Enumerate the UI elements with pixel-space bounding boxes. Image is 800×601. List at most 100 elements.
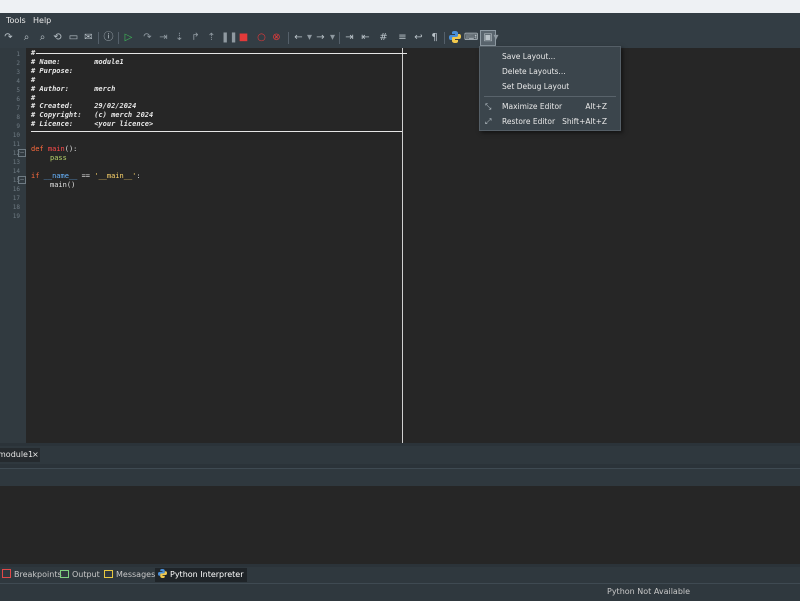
tab-label: Output [72,570,100,579]
document-tab-bar: module1 × [0,446,800,464]
unindent-icon[interactable]: ⇤ [359,31,372,44]
run-icon[interactable]: ▷ [122,31,135,44]
line-number: 8 [16,114,20,121]
step-out-icon[interactable]: ↱ [189,31,202,44]
close-icon[interactable]: × [32,448,39,462]
status-bar: Python Not Available [0,583,800,601]
messages-icon [104,570,113,578]
comment-icon[interactable]: # [377,31,390,44]
menu-item-maximize-editor[interactable]: ⤡ Maximize Editor Alt+Z [480,99,620,114]
chevron-down-icon[interactable]: ▾ [326,31,339,44]
toolbar-separator [288,32,289,44]
string-main: '__main__' [94,172,137,180]
tab-output[interactable]: Output [60,568,100,582]
clear-breakpoints-icon[interactable]: ⊗ [270,31,283,44]
code-comment: # Created: 29/02/2024 [31,102,137,110]
interpreter-console[interactable] [0,486,800,564]
toolbar-separator [98,32,99,44]
function-name: main [47,145,65,153]
tab-messages[interactable]: Messages [104,568,155,582]
line-number: 9 [16,123,20,130]
line-number: 14 [12,168,20,175]
menu-item-shortcut: Alt+Z [585,102,607,111]
panel-splitter[interactable] [0,468,800,488]
toolbar-separator [444,32,445,44]
line-number: 2 [16,60,20,67]
fold-toggle-icon[interactable]: − [18,176,26,184]
pause-icon[interactable]: ❚❚ [221,31,238,44]
menu-item-label: Set Debug Layout [502,82,570,91]
step-into-icon[interactable]: ⇣ [173,31,186,44]
tab-module1[interactable]: module1 × [0,448,40,462]
panel-tab-bar: Breakpoints Output Messages Python Inter… [0,567,800,583]
menu-item-label: Delete Layouts... [502,67,566,76]
pilcrow-icon[interactable]: ¶ [428,31,441,44]
wrap-icon[interactable]: ↩ [412,31,425,44]
info-icon[interactable]: ⓘ [102,31,115,44]
menu-tools[interactable]: Tools [6,13,26,28]
stop-icon[interactable]: ■ [237,31,250,44]
toolbar-separator [118,32,119,44]
restore-icon: ⤢ [485,117,492,126]
tab-label: Messages [116,570,156,579]
menu-item-set-debug-layout[interactable]: Set Debug Layout [480,79,620,94]
code-comment: # [31,49,36,57]
edge-column-line [402,48,403,443]
code-comment: # Author: merch [31,85,116,93]
keyboard-icon[interactable]: ⌨ [464,31,478,44]
python-status: Python Not Available [607,587,691,596]
breakpoint-icon[interactable]: ○ [255,31,268,44]
code-comment: # Purpose: [31,67,74,75]
code-punct: (): [64,145,78,153]
python-icon[interactable] [448,31,461,44]
line-number: 7 [16,105,20,112]
code-comment: # Licence: <your licence> [31,120,154,128]
chevron-down-icon[interactable]: ▾ [492,31,500,44]
dunder-name: __name__ [43,172,78,180]
line-number: 16 [12,186,20,193]
replace-icon[interactable]: ⟲ [51,31,64,44]
redo-icon[interactable]: ↷ [2,31,15,44]
indent-icon[interactable]: ⇥ [343,31,356,44]
menu-item-shortcut: Shift+Alt+Z [562,117,607,126]
layout-dropdown-menu: Save Layout... Delete Layouts... Set Deb… [479,46,621,131]
menu-item-label: Save Layout... [502,52,556,61]
line-number: 19 [12,213,20,220]
menu-item-label: Restore Editor [502,117,556,126]
menu-item-label: Maximize Editor [502,102,563,111]
line-number: 3 [16,69,20,76]
code-comment: # Copyright: (c) merch 2024 [31,111,154,119]
line-number: 10 [12,132,20,139]
menu-item-save-layout[interactable]: Save Layout... [480,49,620,64]
line-number: 11 [12,141,20,148]
code-comment: # [31,76,36,84]
line-number: 13 [12,159,20,166]
tab-breakpoints[interactable]: Breakpoints [2,568,62,582]
code-editor[interactable]: # # Name: module1 # Purpose: # # Author:… [26,48,800,443]
find-in-files-icon[interactable]: ⌕ [36,31,49,44]
step-over-icon[interactable]: ↷ [141,31,154,44]
find-icon[interactable]: ⌕ [20,31,33,44]
code-line-pass: pass [50,154,67,162]
step-icon[interactable]: ⇡ [205,31,218,44]
menu-separator [484,96,616,97]
window-title-bar [0,0,800,13]
code-line-if: if __name__ == '__main__': [31,172,141,181]
line-number: 5 [16,87,20,94]
run-to-cursor-icon[interactable]: ⇥ [157,31,170,44]
line-number: 18 [12,204,20,211]
tab-python-interpreter[interactable]: Python Interpreter [155,568,247,582]
open-folder-icon[interactable]: ▭ [67,31,80,44]
comment-rule [36,53,407,54]
menu-item-delete-layouts[interactable]: Delete Layouts... [480,64,620,79]
mail-icon[interactable]: ✉ [82,31,95,44]
menu-help[interactable]: Help [33,13,51,28]
code-operator: == [77,172,95,180]
python-icon [158,569,167,578]
keyword-def: def [31,145,44,153]
code-line-def: def main(): [31,145,77,154]
numbered-list-icon[interactable]: ≡ [396,31,409,44]
line-number: 4 [16,78,20,85]
menu-item-restore-editor[interactable]: ⤢ Restore Editor Shift+Alt+Z [480,114,620,129]
fold-toggle-icon[interactable]: − [18,149,26,157]
